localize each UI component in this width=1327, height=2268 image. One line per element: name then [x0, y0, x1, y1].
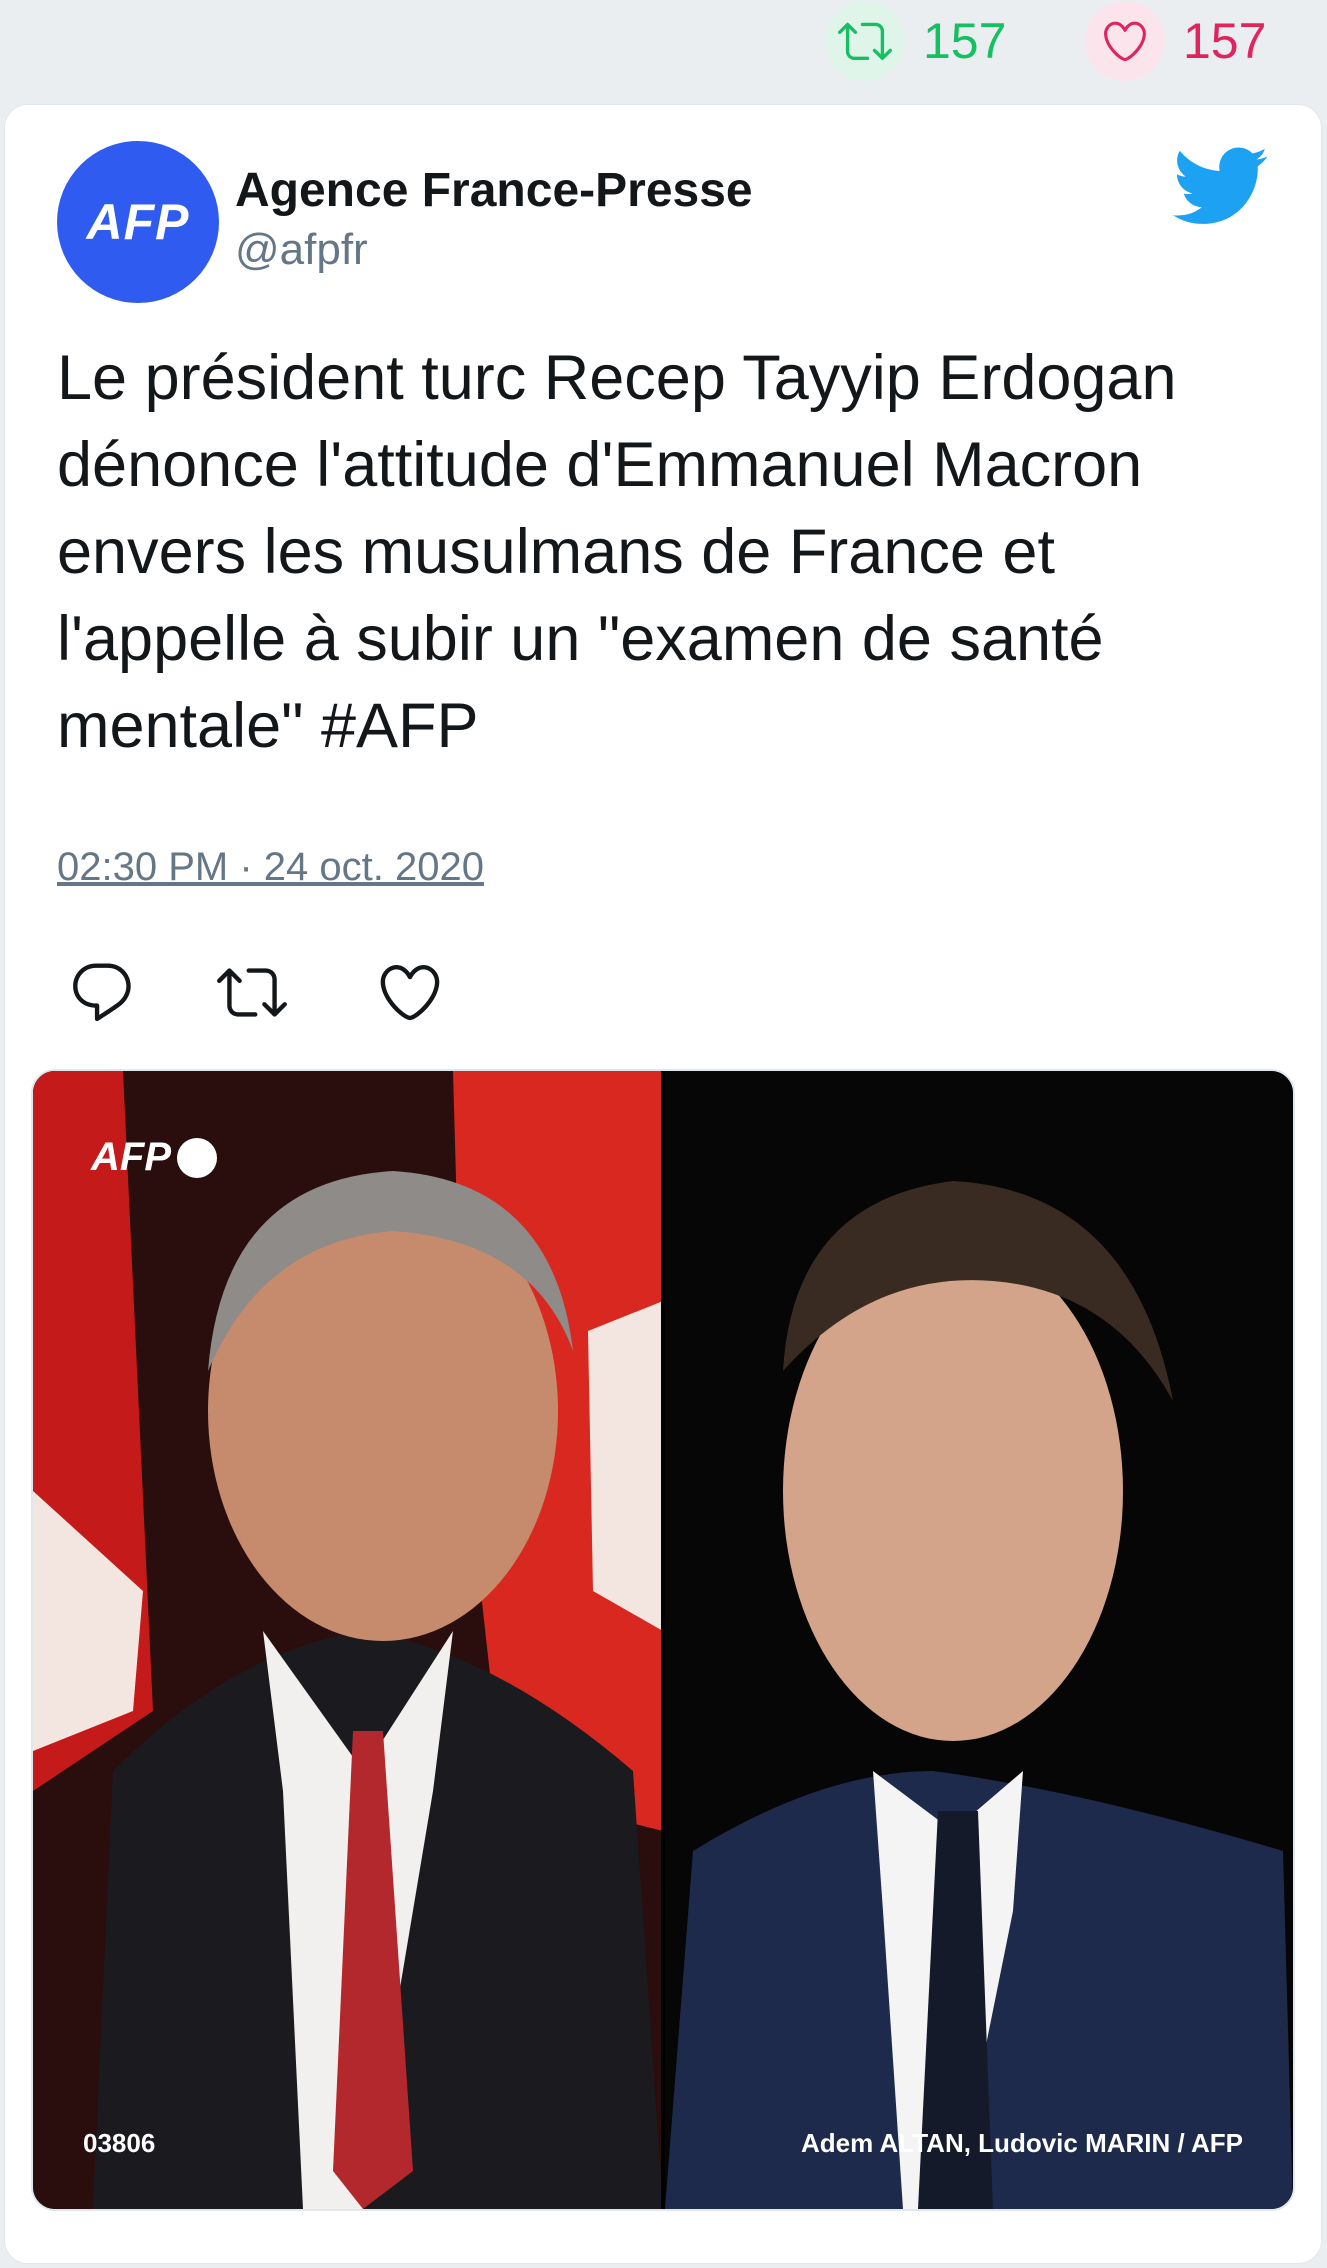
retweet-icon[interactable] — [217, 957, 287, 1027]
flag-crescent-shape — [588, 1301, 663, 1631]
heart-icon[interactable] — [375, 957, 445, 1027]
photo-logo-text: AFP — [91, 1135, 171, 1179]
photo-credit: Adem ALTAN, Ludovic MARIN / AFP — [801, 2128, 1243, 2158]
like-stat[interactable]: 157 — [1085, 1, 1267, 81]
reply-icon[interactable] — [67, 957, 137, 1027]
retweet-count: 157 — [923, 13, 1007, 69]
author-name[interactable]: Agence France-Presse — [235, 163, 753, 218]
avatar[interactable]: AFP — [57, 141, 219, 303]
like-count: 157 — [1183, 13, 1267, 69]
divider — [661, 1071, 665, 2209]
twitter-bird-icon[interactable] — [1173, 147, 1269, 227]
author-handle[interactable]: @afpfr — [235, 225, 368, 275]
photo-logo: AFP — [91, 1135, 217, 1180]
photo-logo-dot — [177, 1137, 217, 1178]
tweet-card[interactable]: AFP Agence France-Presse @afpfr Le prési… — [4, 104, 1322, 2264]
tweet-timestamp[interactable]: 02:30 PM · 24 oct. 2020 — [57, 845, 484, 890]
photo-id: 03806 — [83, 2128, 156, 2158]
avatar-logo-text: AFP — [86, 194, 190, 250]
tweet-text: Le président turc Recep Tayyip Erdogan d… — [57, 343, 1177, 761]
retweet-icon[interactable] — [825, 1, 905, 81]
engagement-bar: 157 157 — [0, 0, 1327, 100]
heart-icon[interactable] — [1085, 1, 1165, 81]
tweet-media-image[interactable]: AFP 03806 Adem ALTAN, Ludovic MARIN / AF… — [31, 1069, 1295, 2211]
photo-composite — [33, 1071, 1293, 2209]
retweet-stat[interactable]: 157 — [825, 1, 1007, 81]
